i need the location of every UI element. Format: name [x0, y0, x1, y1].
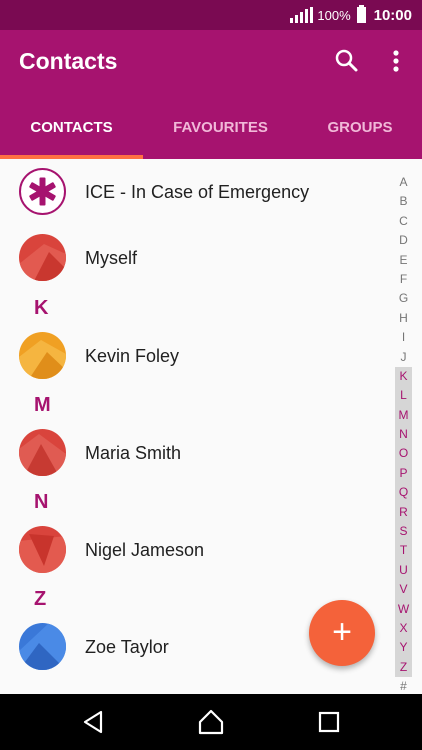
- signal-icon: [290, 7, 314, 23]
- index-letter-o[interactable]: O: [395, 444, 412, 464]
- index-letter-f[interactable]: F: [395, 270, 412, 289]
- index-letter-z[interactable]: Z: [395, 657, 412, 678]
- avatar: [19, 623, 66, 670]
- avatar-pattern: [19, 340, 66, 379]
- contact-name: Nigel Jameson: [85, 540, 205, 560]
- tab-groups[interactable]: GROUPS: [298, 112, 422, 159]
- avatar-pattern: [19, 534, 66, 573]
- battery-icon: [356, 5, 366, 23]
- contact-name: Kevin Foley: [85, 346, 180, 366]
- index-letter-p[interactable]: P: [395, 463, 412, 484]
- contact-name: ICE - In Case of Emergency: [85, 182, 310, 202]
- avatar: [19, 332, 66, 379]
- index-letter-g[interactable]: G: [395, 289, 412, 308]
- navigation-bar: [0, 694, 422, 750]
- index-letter-e[interactable]: E: [395, 251, 412, 270]
- medical-star-icon: [29, 177, 56, 206]
- app-bar: Contacts CONTACTS FAVOURITES GROUPS: [0, 30, 422, 159]
- back-button[interactable]: [80, 708, 108, 736]
- index-letter-m[interactable]: M: [395, 405, 412, 426]
- recent-apps-icon: [318, 711, 340, 733]
- contact-row-kevin[interactable]: Kevin Foley: [0, 323, 390, 383]
- tab-favourites[interactable]: FAVOURITES: [143, 112, 298, 159]
- index-letter-d[interactable]: D: [395, 231, 412, 250]
- index-letter-k[interactable]: K: [395, 366, 412, 387]
- avatar-pattern: [19, 434, 66, 476]
- index-letter-n[interactable]: N: [395, 425, 412, 445]
- page-title: Contacts: [19, 48, 118, 74]
- index-letter-b[interactable]: B: [395, 192, 412, 211]
- tab-bar: CONTACTS FAVOURITES GROUPS: [0, 112, 422, 159]
- status-time: 10:00: [373, 6, 412, 24]
- home-icon: [198, 709, 224, 735]
- index-letter-y[interactable]: Y: [395, 638, 412, 658]
- more-vert-icon: [393, 50, 399, 72]
- index-letter-a[interactable]: A: [395, 173, 412, 192]
- search-button[interactable]: [334, 48, 360, 74]
- contact-name: Zoe Taylor: [85, 637, 169, 657]
- index-letter-i[interactable]: I: [395, 328, 412, 347]
- status-indicators: 100% 10:00: [290, 0, 412, 30]
- plus-icon: +: [332, 613, 352, 651]
- recent-apps-button[interactable]: [315, 708, 343, 736]
- home-button[interactable]: [197, 708, 225, 736]
- avatar: [19, 234, 66, 281]
- contact-row-ice[interactable]: ICE - In Case of Emergency: [0, 159, 390, 219]
- more-options-button[interactable]: [386, 48, 406, 74]
- section-header-n: N: [34, 491, 49, 513]
- index-letter-c[interactable]: C: [395, 212, 412, 231]
- section-header-k: K: [34, 297, 49, 319]
- index-letter-l[interactable]: L: [395, 386, 412, 406]
- index-letter-q[interactable]: Q: [395, 483, 412, 503]
- contact-row-myself[interactable]: Myself: [0, 225, 390, 285]
- index-letter-v[interactable]: V: [395, 580, 412, 600]
- index-letter-h[interactable]: H: [395, 309, 412, 328]
- index-letter-s[interactable]: S: [395, 522, 412, 542]
- section-header-m: M: [34, 394, 51, 416]
- avatar: [19, 526, 66, 573]
- tab-contacts[interactable]: CONTACTS: [0, 112, 143, 159]
- index-letter-x[interactable]: X: [395, 618, 412, 639]
- status-bar: 100% 10:00: [0, 0, 422, 30]
- contact-row-nigel[interactable]: Nigel Jameson: [0, 517, 390, 577]
- battery-percent: 100%: [317, 7, 351, 23]
- avatar: [19, 429, 66, 476]
- search-icon: [335, 49, 358, 72]
- back-icon: [83, 710, 103, 734]
- contact-row-maria[interactable]: Maria Smith: [0, 420, 390, 480]
- index-letter-t[interactable]: T: [395, 541, 412, 561]
- add-contact-button[interactable]: +: [309, 600, 375, 666]
- index-letter-r[interactable]: R: [395, 502, 412, 523]
- index-letter-u[interactable]: U: [395, 560, 412, 581]
- contact-name: Maria Smith: [85, 443, 182, 463]
- ice-avatar: [19, 168, 66, 215]
- index-letter-w[interactable]: W: [395, 599, 412, 619]
- section-header-z: Z: [34, 588, 47, 610]
- avatar-pattern: [19, 623, 66, 670]
- alphabet-index[interactable]: A B C D E F G H I J K L M N O P Q R S T …: [395, 173, 412, 697]
- contact-name: Myself: [85, 248, 138, 268]
- avatar-pattern: [19, 244, 66, 281]
- index-letter-j[interactable]: J: [395, 348, 412, 367]
